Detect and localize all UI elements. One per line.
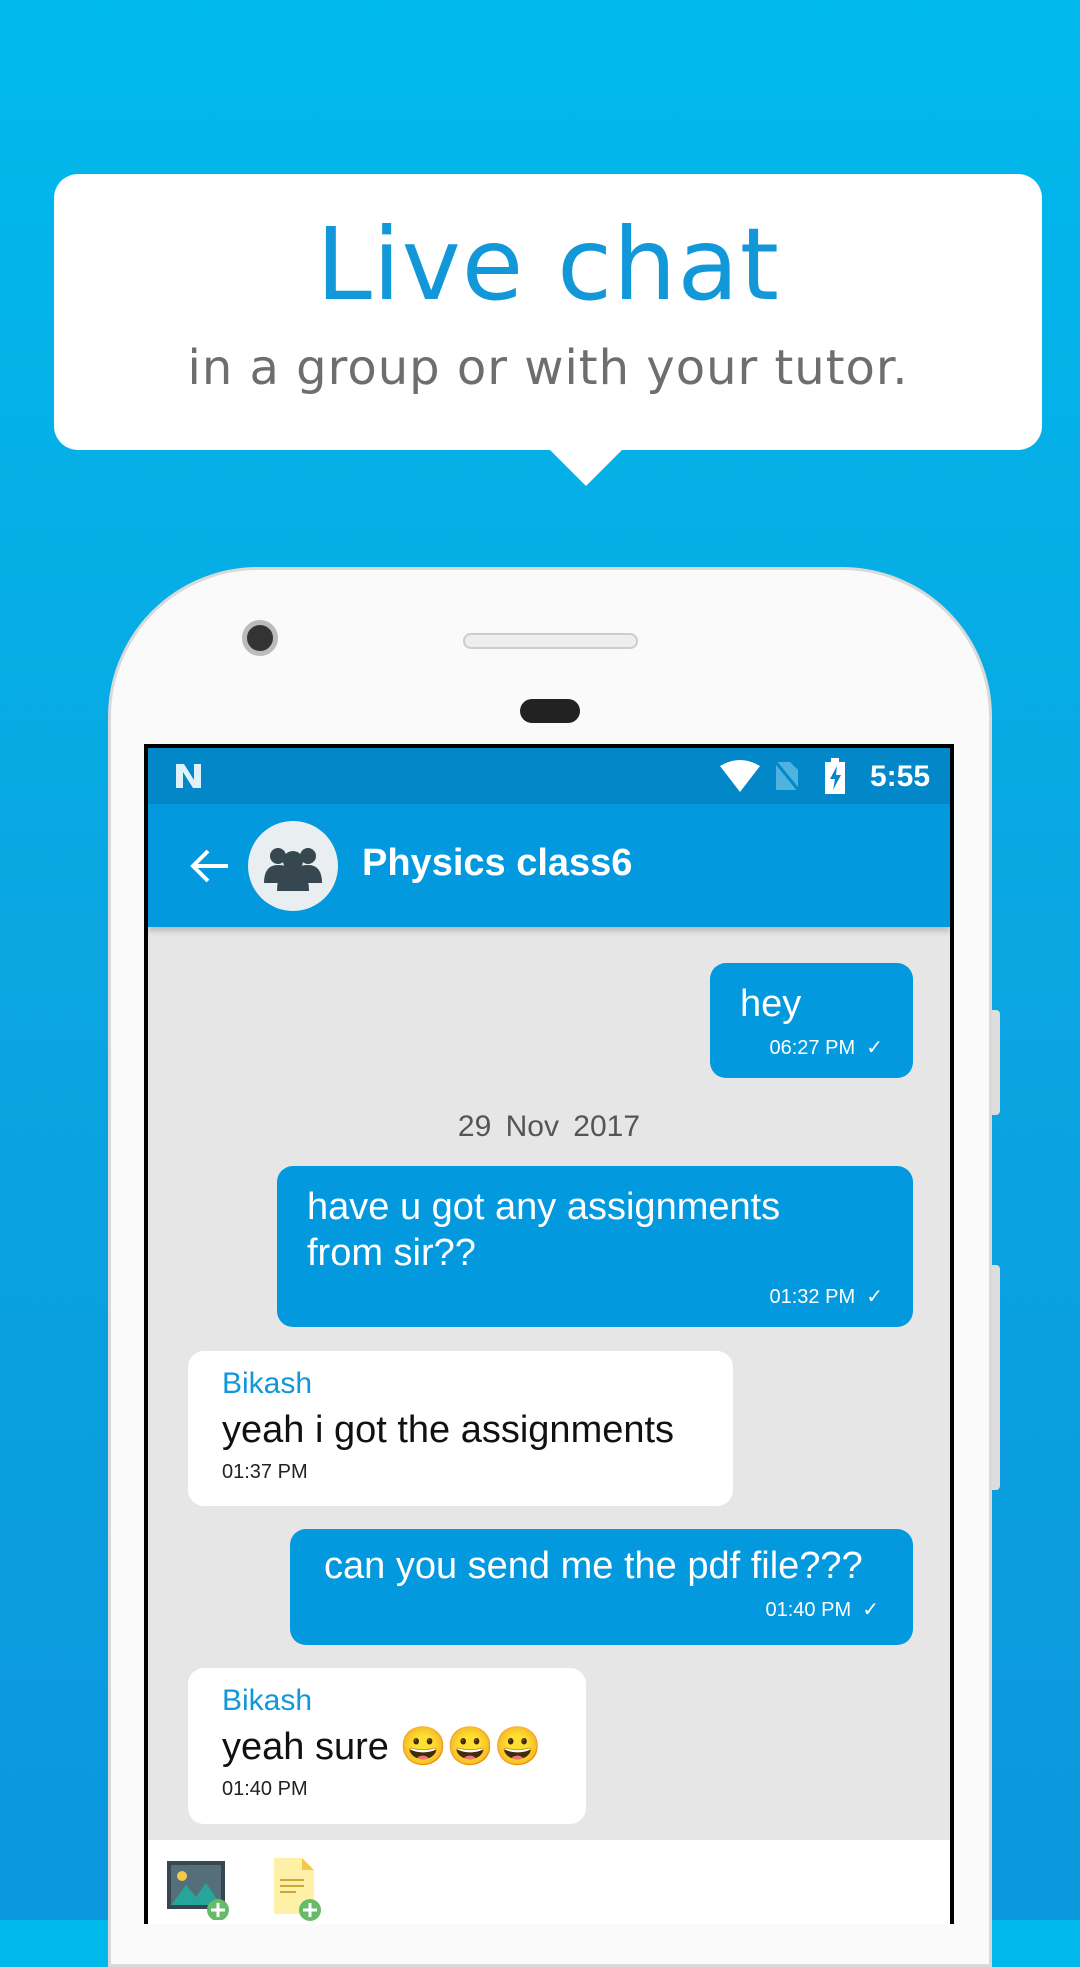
message-time: 06:27 PM — [769, 1037, 856, 1059]
message-text: yeah i got the assignments — [222, 1409, 675, 1451]
phone-side-button — [992, 1010, 1000, 1115]
promo-subtitle: in a group or with your tutor. — [187, 340, 909, 396]
message-bubble-outgoing[interactable]: have u got any assignments from sir?? 01… — [277, 1166, 913, 1327]
message-sender: Bikash — [222, 1684, 313, 1717]
message-meta: 06:27 PM ✓ — [740, 1035, 884, 1060]
message-text: have u got any assignments from sir?? — [307, 1186, 781, 1274]
message-time: 01:40 PM — [222, 1778, 308, 1800]
message-text: can you send me the pdf file??? — [324, 1545, 863, 1587]
add-image-icon[interactable] — [166, 1860, 232, 1920]
promo-callout: Live chat in a group or with your tutor. — [54, 174, 1042, 486]
no-sim-icon — [774, 760, 800, 792]
check-icon: ✓ — [860, 1037, 883, 1059]
phone-screen: 5:55 Physics class6 hey 06:27 PM ✓ 29 No… — [144, 744, 954, 1924]
camera-icon — [242, 620, 278, 656]
message-sender: Bikash — [222, 1367, 313, 1400]
message-text: hey — [740, 983, 802, 1025]
message-meta: 01:32 PM ✓ — [307, 1284, 884, 1309]
group-avatar[interactable] — [248, 821, 338, 911]
message-text: yeah sure 😀😀😀 — [222, 1726, 542, 1768]
speaker-grille — [463, 633, 638, 649]
date-separator: 29 Nov 2017 — [457, 1110, 641, 1143]
message-time: 01:32 PM — [769, 1286, 856, 1308]
add-document-icon[interactable] — [272, 1856, 324, 1922]
n-logo-icon — [176, 764, 201, 788]
app-bar: Physics class6 — [148, 804, 950, 927]
chat-title: Physics class6 — [362, 842, 633, 884]
message-time: 01:40 PM — [765, 1599, 852, 1621]
sensor — [520, 699, 580, 723]
message-bubble-outgoing[interactable]: can you send me the pdf file??? 01:40 PM… — [290, 1529, 913, 1645]
promo-title: Live chat — [316, 206, 780, 323]
status-time: 5:55 — [869, 760, 930, 793]
message-bubble-incoming[interactable]: Bikash yeah i got the assignments 01:37 … — [188, 1351, 733, 1506]
status-bar: 5:55 — [148, 748, 950, 804]
wifi-icon — [720, 760, 760, 792]
group-icon — [264, 848, 322, 891]
battery-charging-icon — [825, 758, 845, 794]
input-bar — [148, 1840, 950, 1924]
message-bubble-outgoing[interactable]: hey 06:27 PM ✓ — [710, 963, 913, 1078]
message-meta: 01:40 PM ✓ — [324, 1597, 880, 1622]
check-icon: ✓ — [856, 1599, 879, 1621]
check-icon: ✓ — [860, 1286, 883, 1308]
phone-volume-button — [992, 1265, 1000, 1490]
message-bubble-incoming[interactable]: Bikash yeah sure 😀😀😀 01:40 PM — [188, 1668, 586, 1824]
arrow-left-icon[interactable] — [190, 848, 230, 884]
message-time: 01:37 PM — [222, 1461, 308, 1483]
